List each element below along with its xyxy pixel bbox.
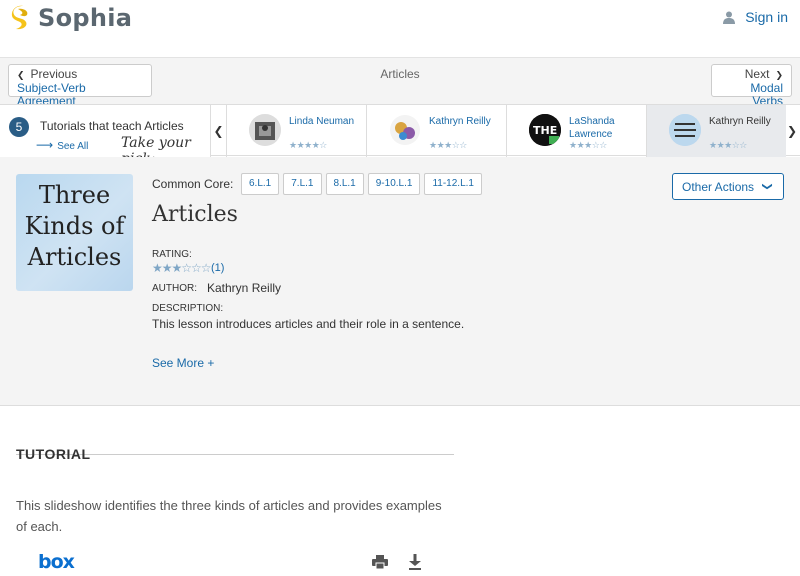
description-label: DESCRIPTION:	[152, 303, 224, 314]
svg-text:THE: THE	[533, 124, 557, 137]
tutorial-card[interactable]: Kathryn Reilly ★★★☆☆	[366, 105, 506, 157]
sign-in-label: Sign in	[745, 9, 788, 25]
brand-name: Sophia	[38, 4, 133, 32]
common-core-label: Common Core:	[152, 177, 234, 191]
page-title: Articles	[152, 202, 238, 227]
common-core-tag[interactable]: 8.L.1	[325, 173, 364, 195]
chevron-right-icon: ❯	[786, 124, 798, 138]
common-core-tag[interactable]: 7.L.1	[283, 173, 322, 195]
chevron-down-icon: ❯	[761, 182, 773, 191]
other-actions-label: Other Actions	[682, 179, 755, 194]
tutorial-card[interactable]: THE LaShanda Lawrence ★★★☆☆	[506, 105, 646, 157]
current-topic: Articles	[380, 67, 420, 81]
tutorial-heading: TUTORIAL	[16, 446, 91, 462]
tutorial-count-badge: 5	[9, 117, 29, 137]
see-all-link[interactable]: ⟶ See All	[36, 138, 88, 152]
lesson-nav: ❮ Previous Subject-Verb Agreement Article…	[0, 58, 800, 108]
lesson-thumbnail: Three Kinds of Articles	[16, 174, 133, 291]
tutor-rating: ★★★★☆	[289, 140, 327, 150]
box-logo: box	[38, 551, 75, 573]
carousel-next-button[interactable]: ❯	[784, 105, 800, 157]
tutor-name: Linda Neuman	[289, 116, 355, 127]
description-text: This lesson introduces articles and thei…	[152, 317, 465, 331]
next-lesson-button[interactable]: Next ❯ Modal Verbs	[711, 64, 792, 108]
top-bar: Sophia Sign in	[0, 0, 800, 58]
rating-stars[interactable]: ★★★☆☆☆	[152, 261, 212, 275]
thumbnail-title: Three Kinds of Articles	[24, 181, 125, 271]
tutorials-title: Tutorials that teach Articles	[40, 119, 184, 133]
tutorial-description: This slideshow identifies the three kind…	[16, 498, 442, 534]
chevron-left-icon: ❮	[213, 124, 224, 138]
sophia-logo-icon	[11, 5, 28, 30]
tutorial-carousel: 5 Tutorials that teach Articles ⟶ See All…	[0, 104, 800, 167]
lesson-info: Three Kinds of Articles Common Core: 6.L…	[0, 157, 800, 406]
avatar	[669, 114, 701, 146]
avatar: THE	[529, 114, 561, 146]
see-more-link[interactable]: See More +	[152, 356, 214, 370]
author-label: AUTHOR:	[152, 283, 197, 294]
tutor-name: Kathryn Reilly	[709, 116, 771, 127]
other-actions-button[interactable]: Other Actions ❯	[672, 173, 784, 200]
see-all-label: See All	[57, 141, 89, 152]
carousel-prev-button[interactable]: ❮	[210, 105, 226, 157]
author-name: Kathryn Reilly	[207, 281, 282, 295]
next-label: Next	[744, 67, 770, 81]
rating-count[interactable]: (1)	[211, 262, 224, 274]
common-core-tag[interactable]: 11-12.L.1	[424, 173, 482, 195]
avatar	[249, 114, 281, 146]
tutor-name: Kathryn Reilly	[429, 116, 491, 127]
arrow-right-icon: ⟶	[36, 138, 54, 152]
print-icon[interactable]	[372, 555, 388, 569]
tutor-rating: ★★★☆☆	[569, 140, 607, 150]
avatar	[389, 114, 421, 146]
sign-in-link[interactable]: Sign in	[723, 9, 788, 25]
tutorials-summary: 5 Tutorials that teach Articles ⟶ See All…	[0, 105, 210, 167]
common-core-tag[interactable]: 6.L.1	[241, 173, 280, 195]
sophia-logo[interactable]: Sophia	[10, 4, 132, 32]
tutorial-card-selected[interactable]: Kathryn Reilly ★★★☆☆	[646, 105, 786, 157]
rating-label: RATING:	[152, 249, 192, 260]
user-icon	[723, 11, 736, 24]
chevron-right-icon: ❯	[775, 70, 783, 80]
tutor-rating: ★★★☆☆	[429, 140, 467, 150]
tutor-rating: ★★★☆☆	[709, 140, 747, 150]
download-icon[interactable]	[408, 554, 422, 570]
tutorial-card[interactable]: Linda Neuman ★★★★☆	[226, 105, 366, 157]
common-core-tag[interactable]: 9-10.L.1	[367, 173, 421, 195]
common-core-tags: 6.L.1 7.L.1 8.L.1 9-10.L.1 11-12.L.1	[241, 173, 486, 195]
tutor-name: LaShanda Lawrence	[569, 116, 615, 140]
